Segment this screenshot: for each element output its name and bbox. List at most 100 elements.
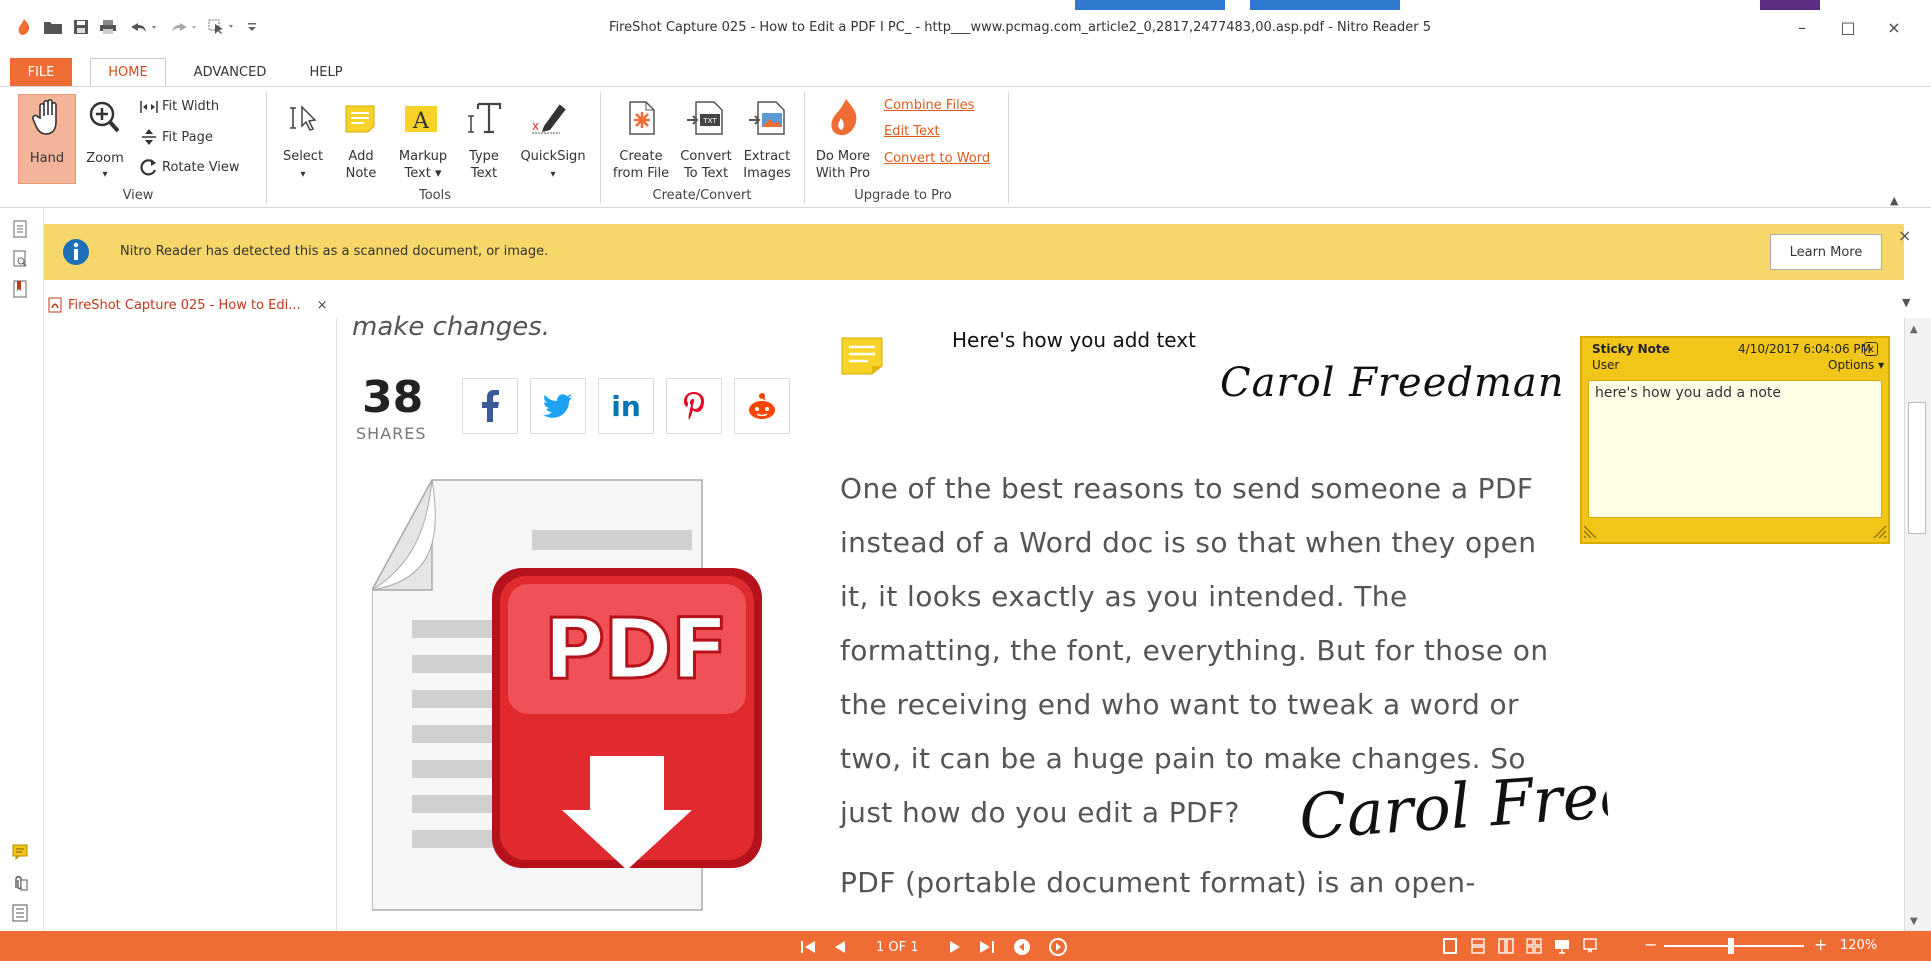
search-document-icon[interactable] (12, 250, 30, 268)
shares-count: 38 (362, 372, 424, 423)
tab-list-dropdown-icon[interactable]: ▼ (1902, 296, 1910, 309)
note-icon (344, 104, 376, 134)
ribbon-separator (266, 92, 267, 204)
paragraph-line: the receiving end who want to tweak a wo… (840, 688, 1519, 721)
note-annotation-icon[interactable] (840, 336, 884, 376)
paragraph-line: One of the best reasons to send someone … (840, 472, 1534, 505)
more-label-2: With Pro (815, 166, 871, 181)
maximize-button[interactable]: □ (1826, 12, 1870, 42)
convert-label-2: To Text (683, 166, 729, 181)
combine-files-link[interactable]: Combine Files (884, 98, 974, 113)
pages-panel-icon[interactable] (12, 220, 30, 238)
back-view-icon[interactable] (1013, 938, 1031, 956)
page-navigation: 1 OF 1 (800, 938, 1067, 956)
zoom-level[interactable]: 120% (1840, 938, 1877, 953)
zoom-dropdown-icon: ▾ (102, 169, 108, 180)
facing-view-icon[interactable] (1498, 938, 1514, 954)
tab-file[interactable]: FILE (10, 58, 72, 86)
markup-label-1: Markup (398, 149, 448, 164)
highlight-text-icon: A (404, 104, 438, 134)
window-title: FireShot Capture 025 - How to Edit a PDF… (608, 20, 1432, 35)
fit-page-button[interactable]: Fit Page (140, 128, 213, 146)
attachments-icon[interactable] (12, 874, 30, 892)
tab-advanced[interactable]: ADVANCED (178, 58, 282, 86)
tab-home[interactable]: HOME (90, 58, 166, 86)
open-folder-icon[interactable] (42, 16, 64, 38)
zoom-out-button[interactable]: − (1644, 935, 1657, 954)
forward-view-icon[interactable] (1048, 938, 1067, 956)
close-tab-button[interactable]: × (317, 298, 328, 313)
svg-text:A: A (412, 109, 430, 134)
zoom-slider-handle[interactable] (1728, 938, 1734, 954)
presentation-view-icon[interactable] (1554, 938, 1570, 954)
print-icon[interactable] (96, 16, 120, 38)
tab-help[interactable]: HELP (296, 58, 356, 86)
previous-page-icon[interactable] (834, 940, 846, 954)
sticky-note-title: Sticky Note (1592, 342, 1670, 356)
scroll-down-icon[interactable]: ▼ (1910, 916, 1918, 927)
type-text-icon (464, 100, 504, 136)
paragraph-line: instead of a Word doc is so that when th… (840, 526, 1537, 559)
create-convert-group-label: Create/Convert (652, 188, 752, 203)
bookmark-icon[interactable] (12, 280, 30, 298)
notification-text: Nitro Reader has detected this as a scan… (120, 244, 549, 259)
comments-panel-icon[interactable] (12, 844, 30, 862)
hand-icon (32, 98, 64, 136)
learn-more-button[interactable]: Learn More (1770, 234, 1882, 270)
quicksign-label: QuickSign (520, 149, 586, 164)
fit-width-button[interactable]: Fit Width (140, 98, 219, 115)
facing-continuous-view-icon[interactable] (1526, 938, 1542, 954)
sticky-note-close-button[interactable]: x (1864, 342, 1878, 356)
convert-to-word-link[interactable]: Convert to Word (884, 151, 990, 166)
dismiss-notification-button[interactable]: × (1898, 226, 1911, 245)
minimize-button[interactable]: – (1780, 12, 1824, 42)
resize-grip-icon[interactable] (1582, 524, 1598, 540)
ribbon-separator (1008, 92, 1009, 204)
background-strip (1250, 0, 1400, 10)
left-rail (0, 208, 44, 931)
edit-text-link[interactable]: Edit Text (884, 124, 940, 139)
zoom-slider[interactable] (1664, 945, 1804, 947)
redo-icon[interactable] (166, 16, 200, 38)
view-mode-buttons (1442, 938, 1598, 954)
next-page-icon[interactable] (949, 940, 961, 954)
signature-bottom[interactable]: Carol Free (1297, 759, 1611, 880)
view-group-label: View (122, 188, 154, 203)
document-tab[interactable]: FireShot Capture 025 - How to Edi... × (48, 292, 368, 318)
paragraph-line: it, it looks exactly as you intended. Th… (840, 580, 1408, 613)
pdf-logo-text: PDF (542, 599, 730, 700)
select-tool-icon[interactable] (206, 16, 240, 38)
collapse-ribbon-icon[interactable]: ▲ (1890, 194, 1898, 207)
save-icon[interactable] (70, 16, 92, 38)
continuous-view-icon[interactable] (1470, 938, 1486, 954)
page-indicator[interactable]: 1 OF 1 (876, 940, 919, 955)
added-text-annotation[interactable]: Here's how you add text (952, 328, 1196, 352)
select-cursor-icon (286, 104, 320, 134)
first-page-icon[interactable] (800, 940, 816, 954)
extract-label-1: Extract (743, 149, 791, 164)
pen-signature-icon: x (530, 100, 570, 136)
resize-grip-icon[interactable] (1872, 524, 1888, 540)
undo-icon[interactable] (126, 16, 160, 38)
scroll-up-icon[interactable]: ▲ (1910, 324, 1918, 335)
select-dropdown-icon: ▾ (300, 169, 306, 180)
layers-panel-icon[interactable] (12, 904, 30, 922)
zoom-in-button[interactable]: + (1814, 935, 1827, 954)
markup-label-2: Text ▾ (404, 166, 442, 181)
rotate-view-label: Rotate View (162, 159, 240, 175)
options-dropdown-icon: ▾ (1874, 358, 1885, 372)
signature-top[interactable]: Carol Freedman (1220, 360, 1565, 406)
last-page-icon[interactable] (979, 940, 995, 954)
customize-toolbar-icon[interactable] (244, 16, 260, 38)
sticky-note-options-button[interactable]: Options ▾ (1828, 358, 1884, 372)
scrollbar-thumb[interactable] (1908, 402, 1926, 534)
sticky-note-body[interactable]: here's how you add a note (1588, 380, 1882, 518)
close-button[interactable]: × (1872, 12, 1916, 42)
rotate-view-button[interactable]: Rotate View (140, 158, 240, 176)
single-page-view-icon[interactable] (1442, 938, 1458, 954)
convert-label-1: Convert (680, 149, 732, 164)
background-strip (1760, 0, 1820, 10)
nitro-logo-icon (14, 16, 34, 38)
reading-mode-icon[interactable] (1582, 938, 1598, 954)
fit-width-icon (140, 100, 158, 114)
